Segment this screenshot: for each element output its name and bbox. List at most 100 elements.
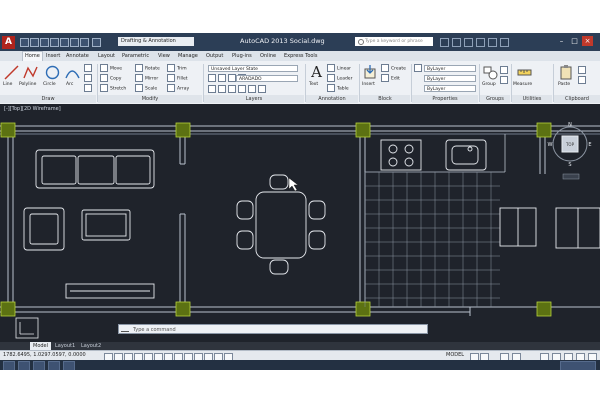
column[interactable] xyxy=(355,122,371,138)
column[interactable] xyxy=(536,122,552,138)
groups-panel-label[interactable]: Groups xyxy=(480,95,510,103)
cabinet[interactable] xyxy=(555,207,600,249)
annotation-panel-label[interactable]: Annotation xyxy=(306,95,358,103)
text-tool-icon[interactable]: A xyxy=(308,64,325,81)
lineweight-dropdown[interactable]: ByLayer xyxy=(424,85,476,92)
group-icon[interactable] xyxy=(482,64,499,81)
group-tools[interactable] xyxy=(500,66,510,74)
circle-tool-icon[interactable] xyxy=(44,64,61,81)
trim-tool[interactable]: Trim xyxy=(167,64,187,72)
exchange-icon[interactable] xyxy=(488,38,497,47)
draw-extra-tools[interactable] xyxy=(84,64,94,72)
help-icon[interactable] xyxy=(500,38,509,47)
layer-state-dropdown[interactable]: Unsaved Layer State xyxy=(208,65,298,72)
tab-plug-ins[interactable]: Plug-ins xyxy=(230,52,254,61)
linetype-dropdown[interactable]: ByLayer xyxy=(424,75,476,82)
tab-view[interactable]: View xyxy=(156,52,172,61)
arc-tool-label[interactable]: Arc xyxy=(66,82,73,87)
scale-tool[interactable]: Scale xyxy=(135,84,157,92)
leader-tool[interactable]: Leader xyxy=(327,74,352,82)
search-button-icon[interactable] xyxy=(440,38,449,47)
insert-block-label[interactable]: Insert xyxy=(362,82,375,87)
close-icon[interactable]: × xyxy=(582,36,593,46)
array-tool[interactable]: Array xyxy=(167,84,189,92)
communication-center-icon[interactable] xyxy=(464,38,473,47)
column[interactable] xyxy=(175,122,191,138)
subscription-center-icon[interactable] xyxy=(452,38,461,47)
open-file-icon[interactable] xyxy=(30,38,39,47)
layer-tools-icons[interactable] xyxy=(208,85,268,93)
wcs-menu[interactable] xyxy=(562,173,580,180)
polyline-tool-icon[interactable] xyxy=(22,64,39,81)
undo-icon[interactable] xyxy=(70,38,79,47)
current-layer-dropdown[interactable]: ARADADO xyxy=(236,75,298,82)
line-tool-label[interactable]: Line xyxy=(3,82,12,87)
save-as-icon[interactable] xyxy=(50,38,59,47)
color-dropdown[interactable]: ByLayer xyxy=(424,65,476,72)
circle-tool-label[interactable]: Circle xyxy=(43,82,56,87)
properties-panel-label[interactable]: Properties xyxy=(412,95,478,103)
polyline-tool-label[interactable]: Polyline xyxy=(19,82,36,87)
refrigerator[interactable] xyxy=(499,207,537,247)
column[interactable] xyxy=(0,122,16,138)
paste-icon[interactable] xyxy=(558,64,575,81)
rotate-tool[interactable]: Rotate xyxy=(135,64,160,72)
text-tool-label[interactable]: Text xyxy=(309,82,318,87)
tab-output[interactable]: Output xyxy=(204,52,225,61)
measure-icon[interactable] xyxy=(516,64,533,81)
maximize-icon[interactable]: □ xyxy=(569,36,580,46)
save-icon[interactable] xyxy=(40,38,49,47)
workspace-gear-icon[interactable] xyxy=(92,38,101,47)
paste-label[interactable]: Paste xyxy=(558,82,570,87)
cut-icon[interactable] xyxy=(578,66,588,74)
tv-console[interactable] xyxy=(65,283,155,299)
model-space-toggle[interactable]: MODEL xyxy=(446,352,464,358)
tab-parametric[interactable]: Parametric xyxy=(120,52,151,61)
clipboard-panel-label[interactable]: Clipboard xyxy=(554,95,600,103)
move-tool[interactable]: Move xyxy=(100,64,122,72)
sink[interactable] xyxy=(445,139,487,171)
insert-block-icon[interactable] xyxy=(362,64,379,81)
draw-extra-tools-3[interactable] xyxy=(84,84,94,92)
match-properties-icon[interactable] xyxy=(414,64,424,72)
tab-layout1[interactable]: Layout1 xyxy=(52,342,78,350)
tab-home[interactable]: Home xyxy=(22,51,43,61)
redo-icon[interactable] xyxy=(80,38,89,47)
tab-express-tools[interactable]: Express Tools xyxy=(282,52,319,61)
copy-clip-icon[interactable] xyxy=(578,76,588,84)
workspace-dropdown[interactable]: Drafting & Annotation xyxy=(118,37,194,46)
favorites-star-icon[interactable] xyxy=(476,38,485,47)
utilities-panel-label[interactable]: Utilities xyxy=(512,95,552,103)
block-panel-label[interactable]: Block xyxy=(360,95,410,103)
tab-layout2[interactable]: Layout2 xyxy=(78,342,104,350)
dining-table[interactable] xyxy=(236,174,326,275)
group-label[interactable]: Group xyxy=(482,82,496,87)
floor-plan-drawing[interactable]: TOP N S E W xyxy=(0,104,600,342)
column[interactable] xyxy=(0,301,16,317)
measure-label[interactable]: Measure xyxy=(513,82,532,87)
new-file-icon[interactable] xyxy=(20,38,29,47)
tab-model[interactable]: Model xyxy=(30,342,52,350)
line-tool-icon[interactable] xyxy=(3,64,20,81)
column[interactable] xyxy=(175,301,191,317)
search-input[interactable]: Type a keyword or phrase xyxy=(355,37,433,46)
fillet-tool[interactable]: Fillet xyxy=(167,74,188,82)
arc-tool-icon[interactable] xyxy=(64,64,81,81)
draw-panel-label[interactable]: Draw xyxy=(0,95,96,103)
viewport-controls-label[interactable]: [-][Top][2D Wireframe] xyxy=(4,106,61,112)
minimize-icon[interactable]: – xyxy=(556,36,567,46)
stretch-tool[interactable]: Stretch xyxy=(100,84,126,92)
tab-annotate[interactable]: Annotate xyxy=(64,52,91,61)
edit-block-tool[interactable]: Edit xyxy=(381,74,400,82)
sofa[interactable] xyxy=(35,149,155,189)
tab-layout[interactable]: Layout xyxy=(96,52,117,61)
tab-online[interactable]: Online xyxy=(258,52,278,61)
modify-panel-label[interactable]: Modify xyxy=(98,95,202,103)
mirror-tool[interactable]: Mirror xyxy=(135,74,158,82)
column[interactable] xyxy=(536,301,552,317)
command-input[interactable]: Type a command xyxy=(118,324,428,334)
create-block-tool[interactable]: Create xyxy=(381,64,406,72)
tab-insert[interactable]: Insert xyxy=(44,52,62,61)
copy-tool[interactable]: Copy xyxy=(100,74,121,82)
layers-panel-label[interactable]: Layers xyxy=(204,95,304,103)
